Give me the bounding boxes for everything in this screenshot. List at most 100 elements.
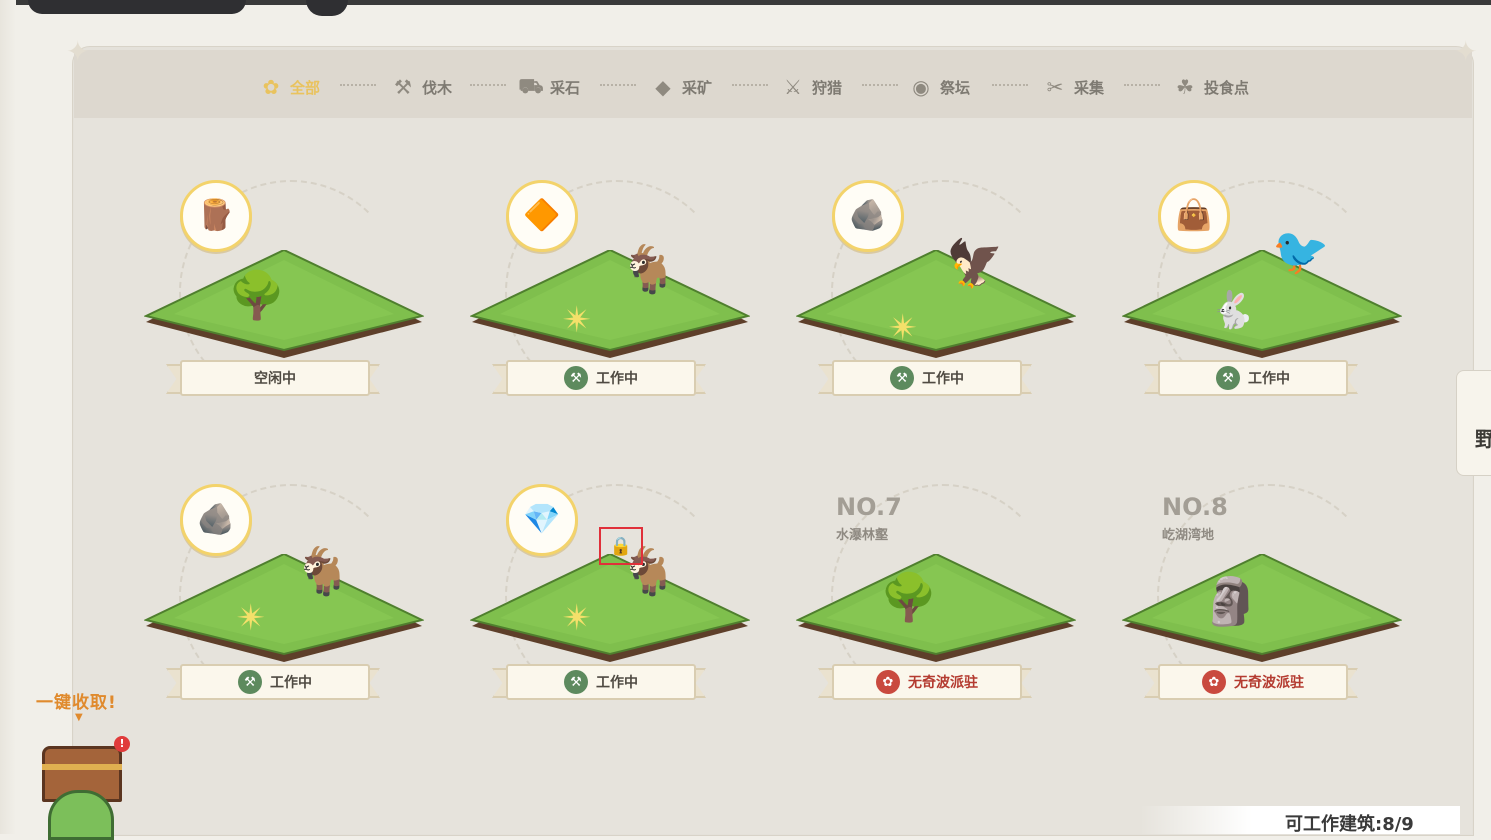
top-menu-button[interactable] [306, 0, 348, 16]
down-arrow-icon: ▼ [75, 712, 83, 723]
status-label: 工作中 [596, 371, 638, 387]
status-ribbon[interactable]: ⚒ 工作中 [166, 660, 380, 702]
creature-sprite: 🌳 [880, 570, 938, 624]
tab-quarry[interactable]: ⛟ 采石 [518, 72, 580, 102]
collect-all-label[interactable]: 一键收取! [36, 688, 117, 713]
creature-sprite: 🌳 [228, 268, 286, 322]
work-spark-icon: 🐇 [1210, 290, 1255, 331]
hammer-icon: ⚒ [238, 670, 262, 694]
tab-divider [732, 84, 768, 90]
tab-divider [992, 84, 1028, 90]
empty-slot-icon: ✿ [1202, 670, 1226, 694]
status-box: ✿ 无奇波派驻 [1158, 664, 1348, 700]
lock-icon[interactable]: 🔒 [599, 527, 643, 565]
resource-bubble[interactable]: 👜 [1158, 180, 1230, 252]
creature-sprite: 🗿 [1202, 574, 1260, 628]
tab-label: 祭坛 [940, 78, 971, 97]
tab-label: 采石 [550, 78, 581, 97]
axe-icon: ⚒ [394, 75, 412, 99]
tab-all[interactable]: ✿ 全部 [258, 72, 320, 102]
resource-bubble[interactable]: 🔶 [506, 180, 578, 252]
building-card[interactable]: 🪨 🦅 ✴ ⚒ 工作中 [796, 180, 1086, 430]
tab-gathering[interactable]: ✂ 采集 [1042, 72, 1104, 102]
collect-chest-button[interactable]: ! [34, 736, 130, 840]
status-ribbon[interactable]: ⚒ 工作中 [492, 660, 706, 702]
building-card[interactable]: 🪨 🐐 ✴ ⚒ 工作中 [144, 484, 434, 734]
grass-tile [1122, 250, 1402, 360]
workable-buildings-count: 可工作建筑:8/9 [1285, 814, 1414, 835]
building-card[interactable]: 👜 🐦 🐇 ⚒ 工作中 [1122, 180, 1412, 430]
tab-label: 采集 [1074, 78, 1105, 97]
building-number: NO.8 [1162, 493, 1228, 521]
sparkle-icon: ✦ [1454, 35, 1478, 68]
tab-hunting[interactable]: ⚔ 狩猎 [780, 72, 842, 102]
cart-icon: ⛟ [518, 73, 544, 98]
status-box: ⚒ 工作中 [832, 360, 1022, 396]
pink-ore-icon: 🔶 [523, 198, 561, 233]
side-tab[interactable]: 野 [1456, 370, 1491, 476]
resource-bubble[interactable]: 💎 [506, 484, 578, 556]
empty-slot-icon: ✿ [876, 670, 900, 694]
building-card[interactable]: NO.8 屹湖湾地 🗿 ✿ 无奇波派驻 [1122, 484, 1412, 734]
building-card[interactable]: NO.7 水瀑林壑 🌳 ✿ 无奇波派驻 [796, 484, 1086, 734]
status-label: 无奇波派驻 [1234, 675, 1304, 691]
building-card[interactable]: 🔶 🐐 ✴ ⚒ 工作中 [470, 180, 760, 430]
status-label: 空闲中 [254, 371, 296, 387]
crystal-icon: ◆ [655, 75, 671, 99]
status-box: ⚒ 工作中 [506, 360, 696, 396]
top-menu-pill[interactable] [28, 0, 246, 14]
creature-sprite: 🦅 [946, 236, 1004, 290]
tab-divider [600, 84, 636, 90]
status-ribbon[interactable]: ✿ 无奇波派驻 [1144, 660, 1358, 702]
building-card[interactable]: 💎 🐐 ✴ ⚒ 工作中 [470, 484, 760, 734]
creature-icon [48, 790, 114, 840]
status-label: 工作中 [1248, 371, 1290, 387]
clover-icon: ✿ [262, 75, 280, 99]
tab-label: 采矿 [682, 78, 713, 97]
hammer-icon: ⚒ [564, 670, 588, 694]
status-ribbon[interactable]: ✿ 无奇波派驻 [818, 660, 1032, 702]
resource-bubble[interactable]: 🪨 [180, 484, 252, 556]
grass-tile [1122, 554, 1402, 664]
status-label: 工作中 [270, 675, 312, 691]
tab-logging[interactable]: ⚒ 伐木 [390, 72, 452, 102]
resource-bubble[interactable]: 🪵 [180, 180, 252, 252]
work-spark-icon: ✴ [562, 300, 593, 341]
status-ribbon[interactable]: 空闲中 [166, 356, 380, 398]
tab-mining[interactable]: ◆ 采矿 [650, 72, 712, 102]
status-box: 空闲中 [180, 360, 370, 396]
resource-bubble[interactable]: 🪨 [832, 180, 904, 252]
building-location: 水瀑林壑 [836, 528, 889, 543]
tab-altar[interactable]: ◉ 祭坛 [908, 72, 970, 102]
stone-icon: 🪨 [197, 502, 235, 537]
tab-divider [1124, 84, 1160, 90]
hammer-icon: ⚒ [1216, 366, 1240, 390]
tab-feeding[interactable]: ☘ 投食点 [1172, 72, 1249, 102]
wood-icon: 🪵 [197, 198, 235, 233]
building-location: 屹湖湾地 [1162, 528, 1215, 543]
status-ribbon[interactable]: ⚒ 工作中 [818, 356, 1032, 398]
status-label: 工作中 [596, 675, 638, 691]
pick-icon: ✂ [1046, 75, 1064, 99]
status-label: 无奇波派驻 [908, 675, 978, 691]
grass-tile [796, 250, 1076, 360]
tab-label: 伐木 [422, 78, 453, 97]
status-box: ⚒ 工作中 [1158, 360, 1348, 396]
status-ribbon[interactable]: ⚒ 工作中 [1144, 356, 1358, 398]
hammer-icon: ⚒ [890, 366, 914, 390]
grass-tile [470, 554, 750, 664]
side-tab-label: 野 [1475, 427, 1491, 451]
work-spark-icon: ✴ [236, 598, 267, 639]
sparkle-icon: ✦ [66, 35, 90, 68]
status-box: ✿ 无奇波派驻 [832, 664, 1022, 700]
hammer-icon: ⚒ [564, 366, 588, 390]
building-card[interactable]: 🪵 🌳 空闲中 [144, 180, 434, 430]
alert-badge: ! [114, 736, 130, 752]
status-ribbon[interactable]: ⚒ 工作中 [492, 356, 706, 398]
tab-label: 投食点 [1204, 78, 1250, 97]
building-number: NO.7 [836, 493, 902, 521]
chest-band [42, 764, 122, 770]
leather-icon: 👜 [1175, 198, 1213, 233]
creature-sprite: 🐐 [620, 242, 678, 296]
blue-crystal-icon: 💎 [523, 502, 561, 537]
